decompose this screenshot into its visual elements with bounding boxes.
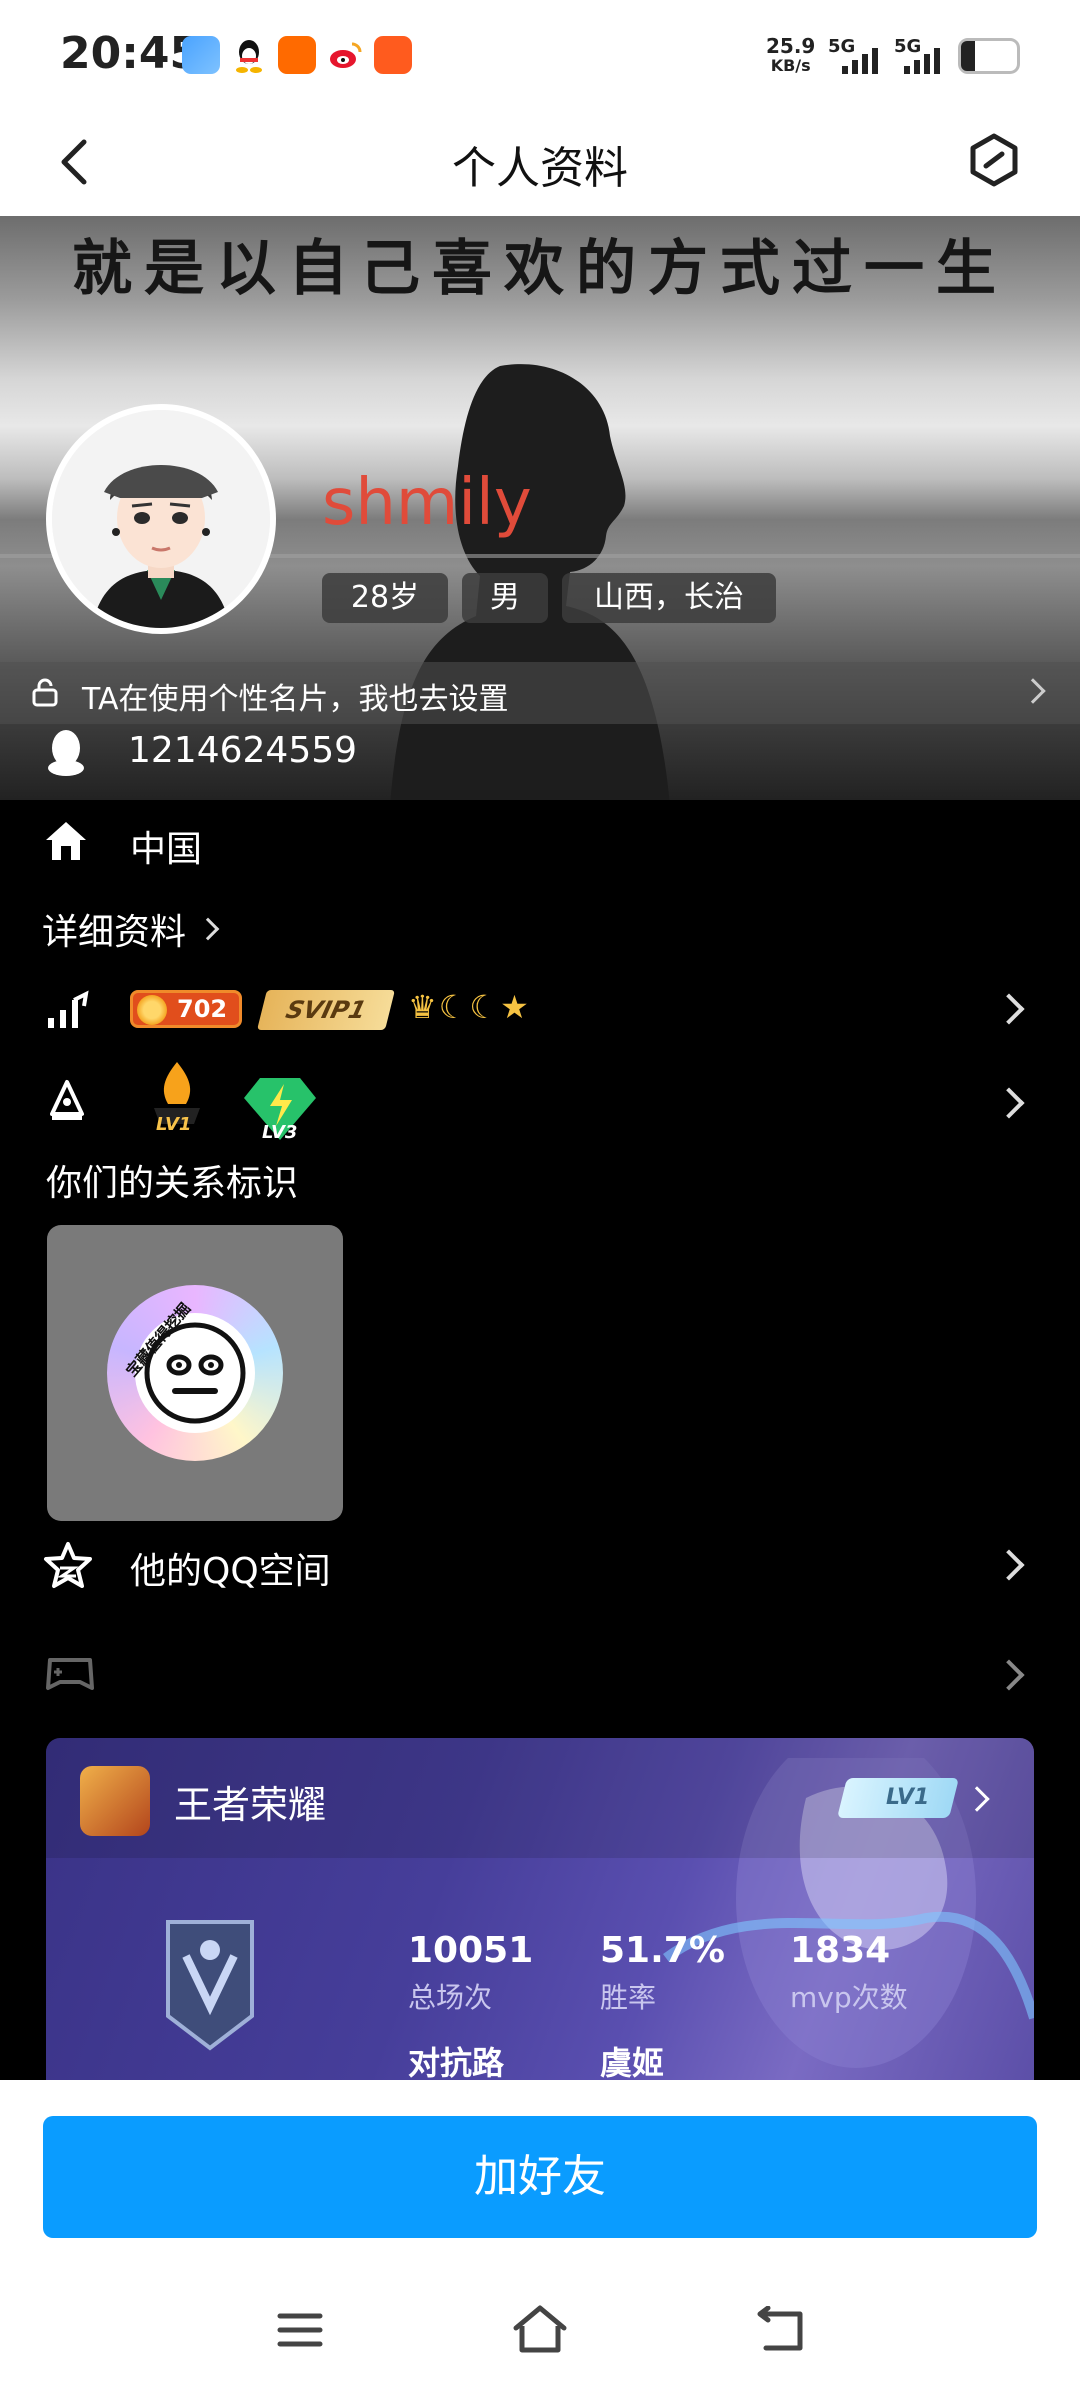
card-lock-icon [32, 678, 58, 707]
qzone-label: 他的QQ空间 [130, 1551, 331, 1592]
avatar-illustration [52, 410, 270, 628]
back-nav-button[interactable] [756, 2305, 806, 2354]
gender-tag: 男 [462, 573, 548, 623]
back-nav-icon [757, 2305, 803, 2351]
home-nav-button[interactable] [510, 2302, 570, 2356]
game-card[interactable]: 王者荣耀 LV1 10051 总场次 51.7% 胜率 1834 mvp次数 对… [46, 1738, 1034, 2080]
hexagon-settings-icon [970, 133, 1018, 187]
network-speed: 25.9 KB/s [766, 34, 816, 75]
relationship-disc: 宝藏值得挖掘 [107, 1285, 283, 1461]
lightning-medal: LV3 [242, 1074, 318, 1144]
home-outline-icon [513, 2305, 567, 2353]
chevron-right-icon [1020, 678, 1046, 704]
game-title: 王者荣耀 [174, 1783, 327, 1827]
star-outline-icon [44, 1542, 92, 1588]
stat-total-value: 10051 [408, 1930, 534, 1971]
level-coin-badge: 702 [130, 990, 242, 1028]
promo-text: TA在使用个性名片，我也去设置 [82, 682, 509, 717]
crown-moons-stars-icon: ♛☾☾★ [408, 988, 531, 1026]
hometown: 中国 [130, 829, 203, 870]
relationship-heading: 你们的关系标识 [46, 1163, 299, 1204]
trend-up-icon [48, 990, 89, 1028]
location-tag: 山西，长治 [562, 573, 776, 623]
status-time: 20:45 [60, 28, 201, 79]
qq-penguin-icon [48, 730, 84, 776]
cover-motto: 就是以自己喜欢的方式过一生 [72, 234, 1008, 304]
title-bar: 个人资料 [0, 110, 1080, 216]
kuaishou-app-icon [374, 36, 412, 74]
signal-1-icon [842, 46, 878, 74]
battery-icon [958, 38, 1020, 74]
stat-mvp-value: 1834 [790, 1930, 891, 1971]
profile-cover[interactable]: 就是以自己喜欢的方式过一生 shmily 28岁 男 山西，长治 TA在使用个性… [0, 216, 1080, 800]
sun-coin-icon [137, 995, 167, 1025]
signal-2-icon [904, 46, 940, 74]
stat-total-label: 总场次 [408, 1981, 493, 2014]
honor-of-kings-app-icon [80, 1766, 150, 1836]
gamepad-icon [46, 1658, 94, 1690]
notes-app-icon [182, 36, 220, 74]
game-level-badge: LV1 [837, 1778, 959, 1818]
main-hero: 虞姬 [600, 2044, 665, 2080]
qq-number[interactable]: 1214624559 [128, 730, 357, 771]
home-icon [46, 822, 86, 860]
games-row[interactable] [0, 1640, 1080, 1710]
taobao-app-icon [278, 36, 316, 74]
main-lane: 对抗路 [408, 2044, 505, 2080]
stat-mvp-label: mvp次数 [790, 1981, 908, 2014]
detail-info-label: 详细资料 [42, 912, 187, 953]
bottom-action-area: 加好友 [0, 2080, 1080, 2400]
age-tag: 28岁 [322, 573, 448, 623]
rank-emblem-icon [166, 1920, 254, 2051]
status-bar: 20:45 25.9 KB/s 5G 5G [0, 0, 1080, 110]
relationship-card[interactable]: 宝藏值得挖掘 [47, 1225, 343, 1521]
flame-medal: LV1 [144, 1058, 210, 1138]
avatar[interactable] [46, 404, 276, 634]
add-friend-button[interactable]: 加好友 [43, 2116, 1037, 2238]
chevron-right-icon [196, 917, 220, 941]
page-title: 个人资料 [452, 143, 628, 194]
medal-outline-icon [50, 1080, 84, 1120]
menu-nav-button[interactable] [276, 2306, 324, 2354]
svip-badge: SVIP1 [257, 990, 395, 1030]
profile-name: shmily [322, 466, 532, 540]
stat-winrate-value: 51.7% [600, 1930, 725, 1971]
custom-card-promo[interactable]: TA在使用个性名片，我也去设置 [0, 662, 1080, 724]
qq-app-icon [230, 36, 268, 74]
menu-icon [277, 2313, 323, 2347]
stat-winrate-label: 胜率 [600, 1981, 657, 2014]
more-button[interactable] [964, 130, 1024, 190]
detail-info-link[interactable]: 详细资料 [42, 904, 220, 954]
weibo-app-icon [326, 36, 364, 74]
